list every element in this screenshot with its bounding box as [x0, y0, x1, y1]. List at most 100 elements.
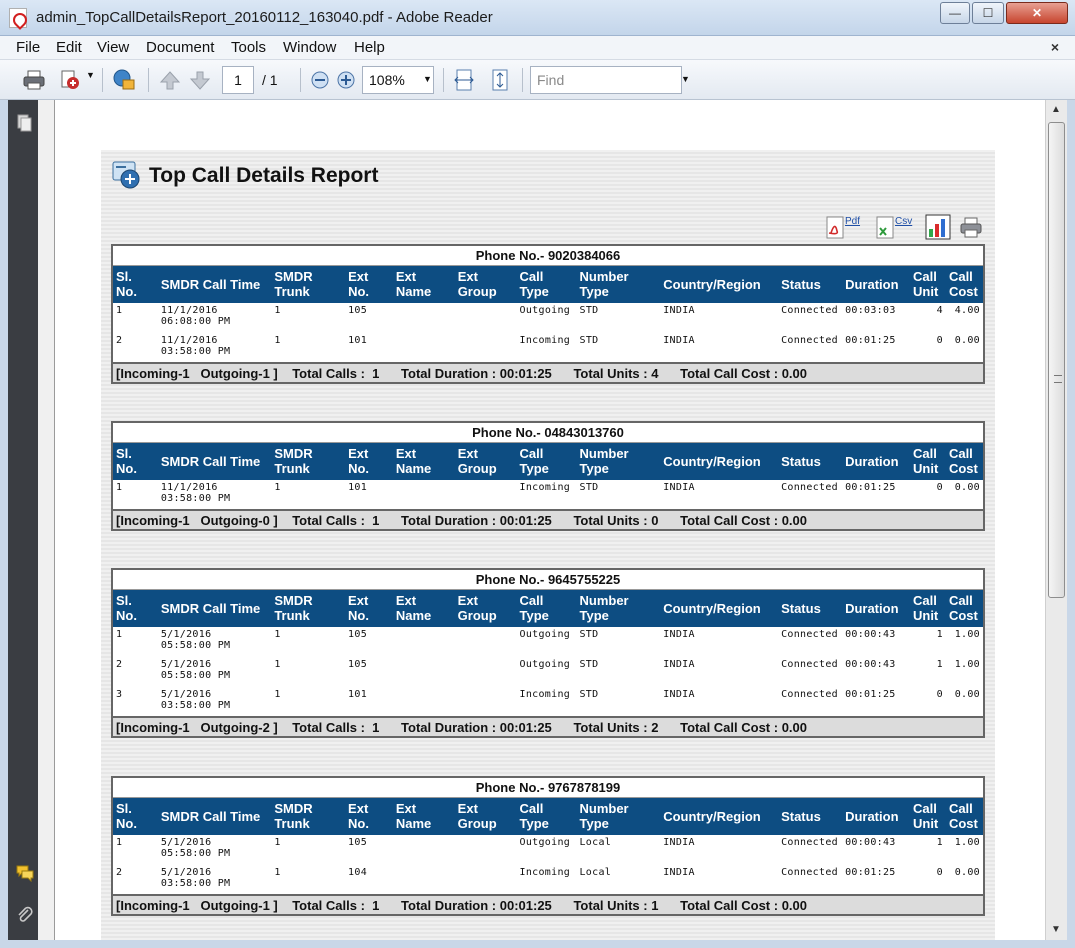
find-input[interactable]: Find: [530, 66, 682, 94]
column-header: Duration: [842, 442, 910, 480]
unit-cell: 0: [936, 689, 943, 700]
minimize-button[interactable]: —: [940, 2, 970, 24]
previous-page-icon[interactable]: [158, 68, 182, 92]
country-cell: INDIA: [663, 837, 695, 848]
status-cell: Connected: [781, 305, 838, 316]
comments-icon[interactable]: [16, 864, 34, 882]
call-date: 5/1/2016: [160, 867, 212, 878]
scroll-down-icon[interactable]: ▼: [1051, 924, 1061, 935]
title-bar: admin_TopCallDetailsReport_20160112_1630…: [0, 0, 1075, 36]
ext-cell: 105: [348, 305, 368, 316]
ext-cell: 105: [348, 629, 368, 640]
call-date: 5/1/2016: [160, 837, 212, 848]
page-number-input[interactable]: 1: [222, 66, 254, 94]
column-header: Ext Group: [454, 442, 517, 480]
name-cell: [393, 627, 455, 657]
country-cell: INDIA: [663, 689, 695, 700]
call-clock-time: 05:58:00 PM: [160, 670, 231, 681]
menu-tools[interactable]: Tools: [231, 39, 266, 56]
group-cell: [455, 835, 517, 865]
csv-export-icon[interactable]: [875, 216, 897, 240]
pages-icon[interactable]: [16, 114, 34, 132]
chart-icon[interactable]: [925, 214, 951, 240]
report-panel: Top Call Details Report Pdf Csv Phone No…: [101, 150, 995, 940]
table-row: 2 5/1/2016 03:58:00 PM 1 104 Incoming Local IND…: [112, 865, 984, 895]
country-cell: INDIA: [663, 659, 695, 670]
cost-cell: 0.00: [954, 867, 980, 878]
name-cell: [393, 480, 455, 510]
column-header: Ext Name: [392, 589, 455, 627]
pdf-export-link[interactable]: Pdf: [845, 216, 860, 227]
close-document-icon[interactable]: ×: [1051, 39, 1059, 55]
menu-file[interactable]: File: [16, 39, 40, 56]
fit-width-icon[interactable]: [452, 68, 476, 92]
column-header: Sl. No.: [112, 265, 158, 303]
country-cell: INDIA: [663, 335, 695, 346]
ntype-cell: STD: [579, 305, 599, 316]
column-header: Ext No.: [345, 442, 393, 480]
collaborate-icon[interactable]: [112, 68, 136, 92]
group-cell: [455, 687, 517, 717]
column-header: Call Unit: [909, 589, 946, 627]
sl-cell: 1: [116, 837, 123, 848]
zoom-out-icon[interactable]: [310, 70, 330, 90]
scrollbar-thumb[interactable]: [1048, 122, 1065, 598]
find-dropdown-icon[interactable]: ▼: [681, 74, 690, 84]
column-header: SMDR Call Time: [157, 442, 272, 480]
maximize-button[interactable]: ☐: [972, 2, 1004, 24]
type-cell: Incoming: [519, 335, 571, 346]
column-header: Ext Name: [392, 265, 455, 303]
zoom-in-icon[interactable]: [336, 70, 356, 90]
pdf-export-icon[interactable]: [825, 216, 847, 240]
ext-cell: 105: [348, 837, 368, 848]
table-summary-footer: [Incoming-1 Outgoing-1 ] Total Calls : 1…: [112, 362, 984, 383]
menu-edit[interactable]: Edit: [56, 39, 82, 56]
phone-number-heading: Phone No.- 04843013760: [112, 422, 984, 443]
call-clock-time: 05:58:00 PM: [160, 640, 231, 651]
menu-window[interactable]: Window: [283, 39, 336, 56]
type-cell: Incoming: [519, 689, 571, 700]
column-header: Sl. No.: [112, 442, 158, 480]
toolbar-separator: [522, 68, 523, 92]
menu-view[interactable]: View: [97, 39, 129, 56]
zoom-dropdown-icon[interactable]: ▼: [423, 74, 432, 84]
pdf-page: Top Call Details Report Pdf Csv Phone No…: [54, 100, 1045, 940]
call-time-cell: 11/1/2016 06:08:00 PM: [158, 303, 272, 333]
table-summary-footer: [Incoming-1 Outgoing-1 ] Total Calls : 1…: [112, 894, 984, 915]
call-date: 5/1/2016: [160, 689, 212, 700]
share-icon[interactable]: [58, 68, 82, 92]
column-header: Duration: [842, 265, 910, 303]
column-header: Country/Region: [660, 797, 779, 835]
ext-cell: 104: [348, 867, 368, 878]
call-clock-time: 03:58:00 PM: [160, 346, 231, 357]
menu-help[interactable]: Help: [354, 39, 385, 56]
print-report-icon[interactable]: [959, 216, 983, 240]
call-time-cell: 5/1/2016 03:58:00 PM: [158, 687, 271, 717]
attachment-icon[interactable]: [16, 906, 34, 924]
vertical-scrollbar[interactable]: ▲ ▼: [1045, 100, 1067, 940]
next-page-icon[interactable]: [188, 68, 212, 92]
close-button[interactable]: ✕: [1006, 2, 1068, 24]
csv-export-link[interactable]: Csv: [895, 216, 912, 227]
cost-cell: 0.00: [954, 689, 980, 700]
scroll-up-icon[interactable]: ▲: [1051, 104, 1061, 115]
ntype-cell: STD: [579, 629, 599, 640]
call-details-table: Phone No.- 04843013760 Sl. No. SMDR Call T…: [111, 421, 985, 531]
column-header: Call Type: [516, 265, 577, 303]
fit-page-icon[interactable]: [488, 68, 512, 92]
duration-cell: 00:01:25: [845, 335, 896, 346]
phone-number-heading: Phone No.- 9020384066: [112, 245, 984, 266]
table-row: 1 5/1/2016 05:58:00 PM 1 105 Outgoing Local IND…: [112, 835, 984, 865]
share-dropdown-icon[interactable]: ▼: [86, 70, 95, 80]
column-header: Call Type: [516, 442, 577, 480]
trunk-cell: 1: [274, 867, 281, 878]
column-header: Country/Region: [660, 265, 779, 303]
status-cell: Connected: [781, 335, 838, 346]
menu-document[interactable]: Document: [146, 39, 214, 56]
trunk-cell: 1: [274, 837, 281, 848]
print-icon[interactable]: [22, 68, 46, 92]
column-header: Ext No.: [345, 589, 393, 627]
sl-cell: 2: [116, 659, 123, 670]
name-cell: [393, 835, 455, 865]
name-cell: [393, 865, 455, 895]
